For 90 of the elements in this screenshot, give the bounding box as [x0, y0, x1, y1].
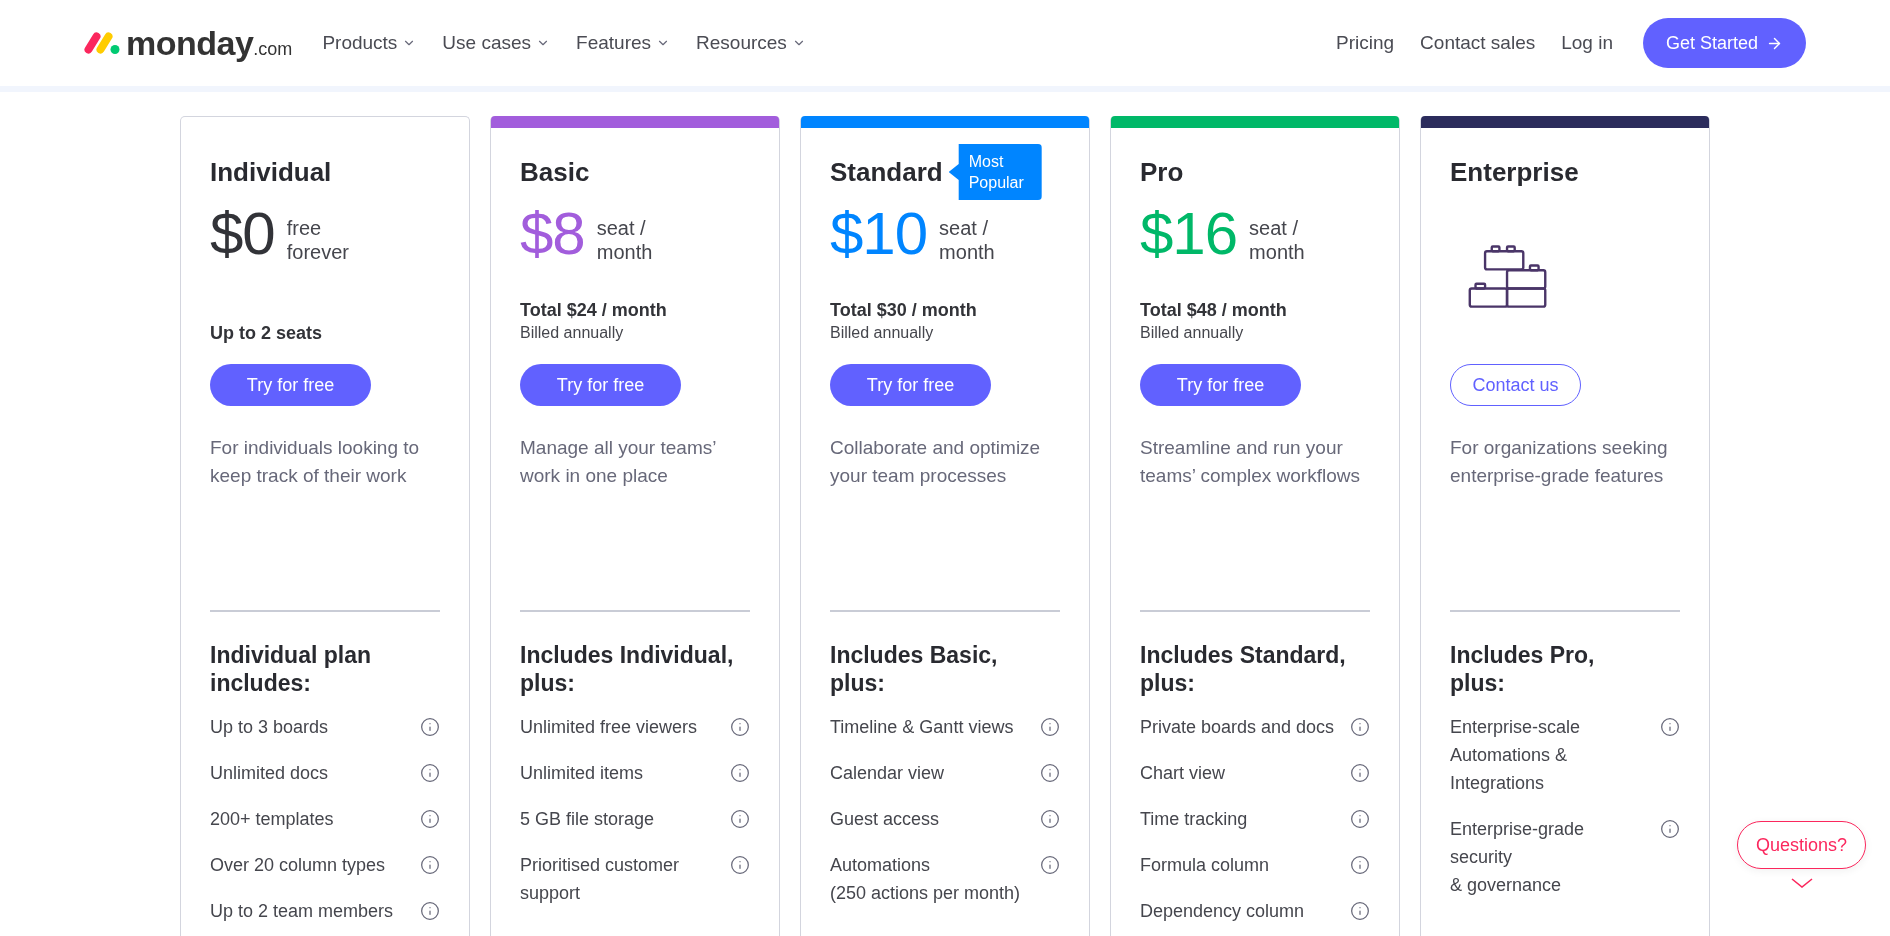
- plan-price: $16: [1140, 204, 1238, 264]
- feature-text: Over 20 column types: [210, 854, 386, 877]
- price-unit-text: seat / month: [939, 216, 995, 264]
- billing-note: Billed annually: [830, 323, 934, 343]
- feature-text: Unlimited items: [520, 762, 644, 785]
- blocks-icon: [1468, 245, 1548, 309]
- feature-text: Enterprise-scale Automations & Integrations: [1450, 716, 1581, 795]
- logo-suffix: .com: [253, 39, 293, 59]
- feature-text: Guest access: [830, 808, 940, 831]
- popular-badge: Most Popular: [948, 144, 1042, 200]
- feature-text: Unlimited docs: [210, 762, 329, 785]
- feature-text: Calendar view: [830, 762, 945, 785]
- info-icon[interactable]: [1350, 763, 1370, 783]
- info-icon[interactable]: [1040, 763, 1060, 783]
- info-icon[interactable]: [730, 855, 750, 875]
- plan-cta-button[interactable]: Try for free: [1140, 364, 1301, 406]
- plan-description: Collaborate and optimize your team processes: [830, 436, 1042, 488]
- info-icon[interactable]: [420, 809, 440, 829]
- info-icon[interactable]: [1350, 717, 1370, 737]
- plan-cta-button[interactable]: Try for free: [210, 364, 371, 406]
- nav-menu-button[interactable]: Products: [322, 30, 417, 56]
- features-heading: Includes Standard, plus:: [1140, 641, 1347, 697]
- plan-description: Manage all your teams’ work in one place: [520, 436, 717, 488]
- info-icon[interactable]: [1660, 717, 1680, 737]
- plan-price: $8: [520, 204, 585, 264]
- feature-text: 200+ templates: [210, 808, 334, 831]
- plan-name: Pro: [1140, 156, 1184, 188]
- info-icon[interactable]: [420, 855, 440, 875]
- feature-text: Enterprise-grade security & governance: [1450, 818, 1585, 897]
- nav-link[interactable]: Log in: [1561, 30, 1613, 56]
- plan-name: Standard: [830, 156, 943, 188]
- billing-note: Billed annually: [1140, 323, 1244, 343]
- features-heading: Includes Individual, plus:: [520, 641, 735, 697]
- info-icon[interactable]: [1040, 855, 1060, 875]
- feature-text: Automations (250 actions per month): [830, 854, 1021, 905]
- nav-link[interactable]: Contact sales: [1420, 30, 1536, 56]
- plan-name: Basic: [520, 156, 590, 188]
- price-unit-text: seat / month: [1249, 216, 1305, 264]
- info-icon[interactable]: [420, 717, 440, 737]
- features-heading: Includes Pro, plus:: [1450, 641, 1596, 697]
- info-icon[interactable]: [1660, 819, 1680, 839]
- billing-note: Billed annually: [520, 323, 624, 343]
- info-icon[interactable]: [730, 809, 750, 829]
- info-icon[interactable]: [1350, 901, 1370, 921]
- total-price-text: Total $24 / month: [520, 299, 667, 322]
- feature-text: Private boards and docs: [1140, 716, 1335, 739]
- plan-description: For individuals looking to keep track of their work: [210, 436, 421, 488]
- feature-text: Time tracking: [1140, 808, 1248, 831]
- plan-description: For organizations seeking enterprise-grade features: [1450, 436, 1669, 488]
- seat-limit-text: Up to 2 seats: [210, 322, 323, 345]
- get-started-button[interactable]: Get Started: [1643, 18, 1806, 68]
- logo-icon: [84, 32, 120, 54]
- chevron-down-icon[interactable]: [1790, 878, 1813, 888]
- nav-menu-button[interactable]: Features: [576, 30, 671, 56]
- feature-text: 5 GB file storage: [520, 808, 655, 831]
- nav-menu-button[interactable]: Use cases: [442, 30, 551, 56]
- info-icon[interactable]: [730, 717, 750, 737]
- feature-text: Chart view: [1140, 762, 1226, 785]
- price-unit-text: free forever: [286, 216, 349, 264]
- info-icon[interactable]: [730, 763, 750, 783]
- plan-price: $10: [830, 204, 928, 264]
- features-heading: Individual plan includes:: [210, 641, 372, 697]
- info-icon[interactable]: [1040, 717, 1060, 737]
- info-icon[interactable]: [420, 901, 440, 921]
- feature-text: Dependency column: [1140, 900, 1305, 923]
- info-icon[interactable]: [1350, 809, 1370, 829]
- plan-name: Individual: [210, 156, 332, 188]
- feature-text: Unlimited free viewers: [520, 716, 698, 739]
- plan-cta-button[interactable]: Contact us: [1450, 364, 1581, 406]
- feature-text: Prioritised customer support: [520, 854, 681, 905]
- total-price-text: Total $48 / month: [1140, 299, 1287, 322]
- nav-menu-button[interactable]: Resources: [696, 30, 806, 56]
- info-icon[interactable]: [1040, 809, 1060, 829]
- feature-text: Formula column: [1140, 854, 1270, 877]
- plan-price: $0: [210, 204, 275, 264]
- total-price-text: Total $30 / month: [830, 299, 977, 322]
- price-unit-text: seat / month: [596, 216, 653, 264]
- plan-description: Streamline and run your teams’ complex workflows: [1140, 436, 1361, 488]
- plan-cta-button[interactable]: Try for free: [520, 364, 681, 406]
- info-icon[interactable]: [1350, 855, 1370, 875]
- plan-cta-button[interactable]: Try for free: [830, 364, 991, 406]
- plan-name: Enterprise: [1450, 156, 1579, 188]
- feature-text: Up to 2 team members: [210, 900, 394, 923]
- logo-wordmark: monday: [126, 23, 254, 63]
- nav-link[interactable]: Pricing: [1336, 30, 1395, 56]
- info-icon[interactable]: [420, 763, 440, 783]
- feature-text: Timeline & Gantt views: [830, 716, 1014, 739]
- questions-button[interactable]: Questions?: [1737, 821, 1866, 869]
- features-heading: Includes Basic, plus:: [830, 641, 999, 697]
- feature-text: Up to 3 boards: [210, 716, 329, 739]
